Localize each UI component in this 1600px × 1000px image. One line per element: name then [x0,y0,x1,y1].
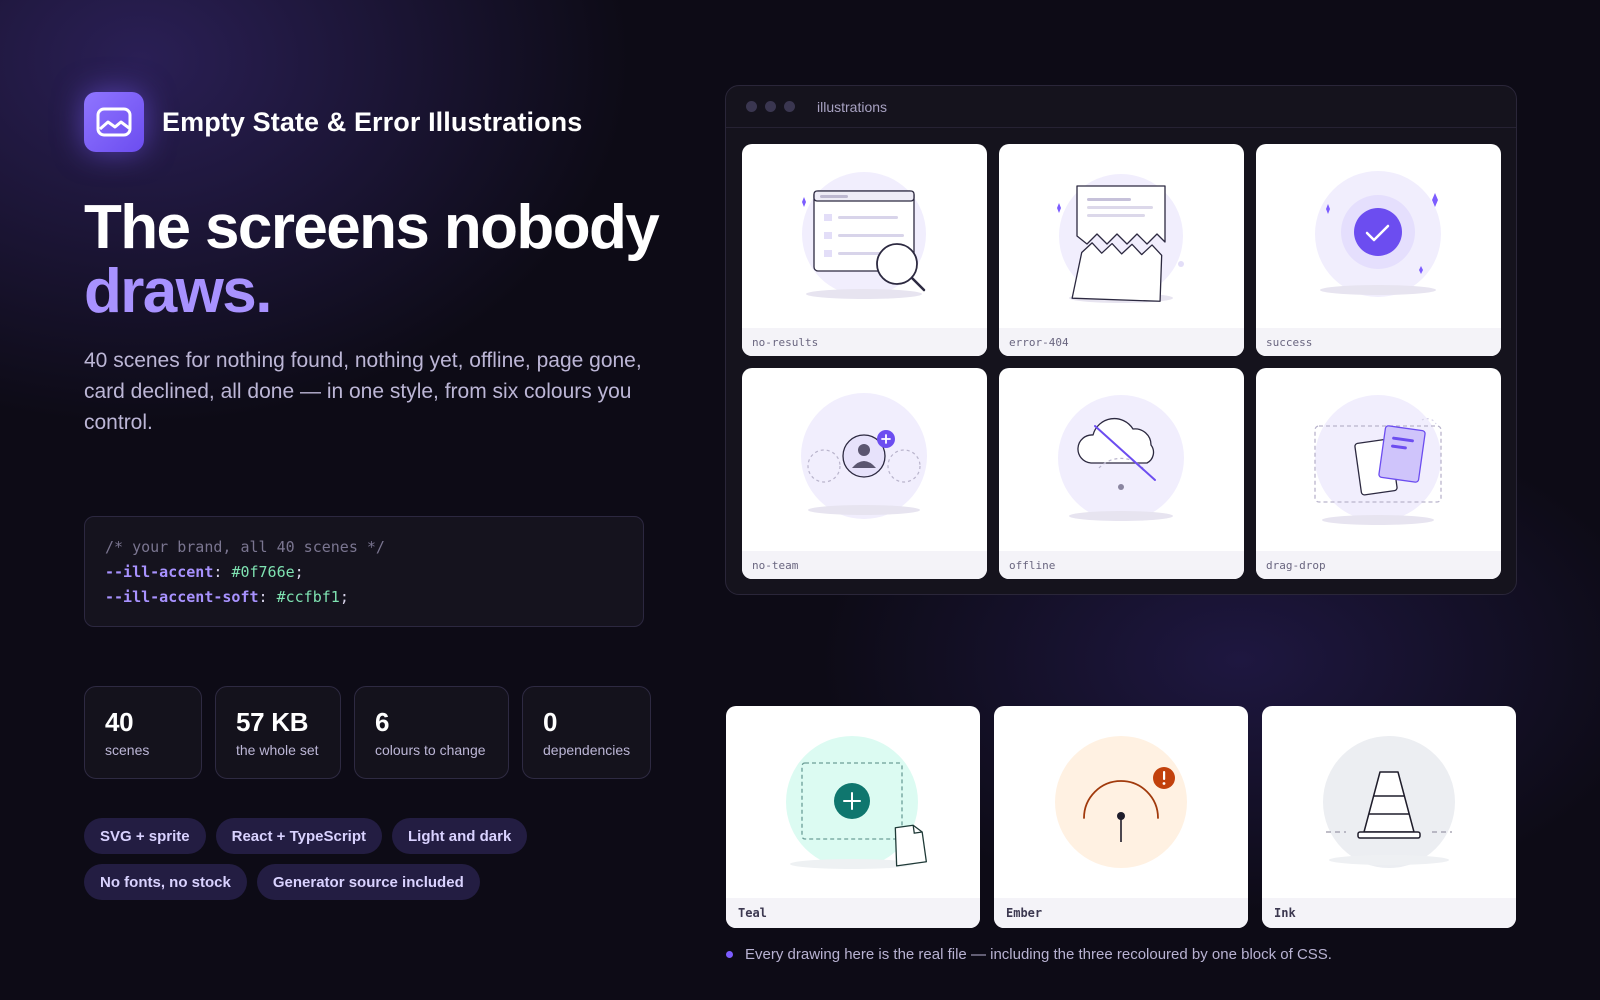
footnote: Every drawing here is the real file — in… [726,946,1332,963]
card-label: offline [999,551,1244,579]
window-titlebar: illustrations [726,86,1516,128]
torn-page-icon [1057,174,1184,303]
stat-card: 0 dependencies [522,686,651,779]
window-dot-icon[interactable] [784,101,795,112]
stat-card: 57 KB the whole set [215,686,341,779]
illustration-card[interactable]: success [1256,144,1501,356]
theme-cards: Teal Ember Ink [726,706,1516,928]
stat-label: colours to change [375,742,486,758]
brand: Empty State & Error Illustrations [84,92,582,152]
theme-card-ember[interactable]: Ember [994,706,1248,928]
illustration-card[interactable]: error-404 [999,144,1244,356]
lede: 40 scenes for nothing found, nothing yet… [84,349,642,434]
stats-row: 40 scenes 57 KB the whole set 6 colours … [84,686,651,779]
code-comment: /* your brand, all 40 scenes */ [105,538,385,556]
illustration-card[interactable]: no-results [742,144,987,356]
headline-line-2: draws. [84,257,272,326]
stat-value: 40 [105,707,134,737]
search-magnifier-icon [802,172,926,299]
stat-card: 40 scenes [84,686,202,779]
gauge-alert-icon [1055,736,1187,868]
window-dot-icon[interactable] [746,101,757,112]
traffic-cone-icon [1323,736,1455,868]
illustration-card[interactable]: drag-drop [1256,368,1501,579]
feature-chip: Light and dark [391,818,528,854]
feature-chip: No fonts, no stock [84,864,247,900]
window-dot-icon[interactable] [765,101,776,112]
code-line: --ill-accent-soft: #ccfbf1; [105,588,349,606]
headline-line-1: The screens nobody [84,193,660,262]
card-label: no-results [742,328,987,356]
window-title: illustrations [817,98,888,115]
image-frame-icon [84,92,144,152]
stat-value: 6 [375,707,390,737]
feature-chips: SVG + sprite React + TypeScript Light an… [84,818,644,900]
illustrations-window: illustrations no-results error-404 succe… [725,85,1517,595]
feature-chip: React + TypeScript [215,818,382,854]
drag-files-icon [1314,395,1442,525]
check-circle-icon [1315,171,1441,297]
card-label: success [1256,328,1501,356]
stat-label: scenes [105,742,150,758]
stat-label: dependencies [543,742,631,758]
illustration-card[interactable]: offline [999,368,1244,579]
stat-value: 57 KB [236,707,309,737]
theme-label: Ink [1262,898,1516,928]
theme-card-ink[interactable]: Ink [1262,706,1516,928]
card-label: no-team [742,551,987,579]
theme-label: Teal [726,898,980,928]
code-line: --ill-accent: #0f766e; [105,563,304,581]
bullet-icon [726,951,733,958]
stat-value: 0 [543,707,558,737]
add-user-icon [801,393,927,519]
illustration-grid: no-results error-404 success no-team off… [742,144,1501,579]
brand-name: Empty State & Error Illustrations [162,106,583,137]
theme-card-teal[interactable]: Teal [726,706,980,928]
stat-label: the whole set [236,742,319,758]
stat-card: 6 colours to change [354,686,509,779]
illustration-card[interactable]: no-team [742,368,987,579]
headline: The screens nobody draws. [84,193,660,326]
feature-chip: SVG + sprite [84,818,206,854]
feature-chip: Generator source included [256,864,480,900]
footnote-text: Every drawing here is the real file — in… [745,946,1332,963]
card-label: drag-drop [1256,551,1501,579]
cloud-offline-icon [1058,395,1184,521]
css-snippet: /* your brand, all 40 scenes */ --ill-ac… [84,516,644,627]
add-placeholder-icon [786,736,928,869]
card-label: error-404 [999,328,1244,356]
theme-label: Ember [994,898,1248,928]
